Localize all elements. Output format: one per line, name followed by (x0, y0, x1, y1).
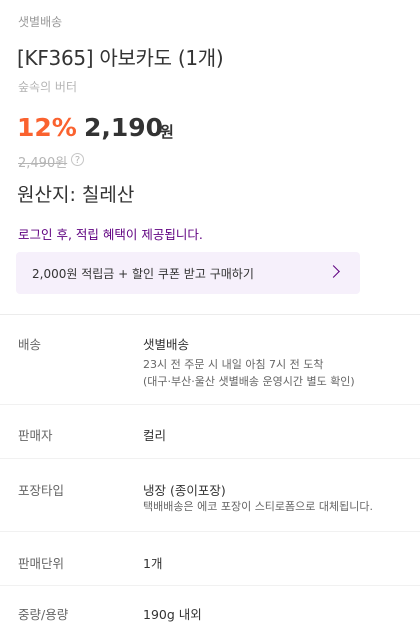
original-price: 2,490원 (18, 156, 68, 171)
detail-desc: 택배배송은 에코 포장이 스티로폼으로 대체됩니다. (143, 500, 374, 513)
login-benefit-notice: 로그인 후, 적립 혜택이 제공됩니다. (18, 227, 203, 242)
row-divider (0, 458, 420, 459)
detail-value: 1개 (143, 556, 163, 571)
row-divider (0, 404, 420, 405)
coupon-button-label: 2,000원 적립금 + 할인 쿠폰 받고 구매하기 (32, 267, 254, 281)
detail-label: 포장타입 (18, 483, 65, 498)
detail-value: 190g 내외 (143, 607, 202, 622)
coupon-download-button[interactable]: 2,000원 적립금 + 할인 쿠폰 받고 구매하기 (16, 252, 360, 294)
detail-value: 컬리 (143, 428, 167, 443)
currency-unit: 원 (160, 123, 174, 141)
info-icon[interactable]: ? (71, 153, 84, 166)
detail-label: 중량/용량 (18, 607, 69, 622)
row-divider (0, 531, 420, 532)
detail-value: 샛별배송 (143, 337, 190, 352)
detail-desc: 23시 전 주문 시 내일 아침 7시 전 도착 (143, 358, 324, 371)
product-subtitle: 숲속의 버터 (18, 80, 78, 94)
origin-label: 원산지: 칠레산 (17, 184, 135, 206)
detail-value: 냉장 (종이포장) (143, 483, 226, 498)
section-divider (0, 314, 420, 315)
delivery-type-label: 샛별배송 (18, 15, 63, 29)
detail-label: 판매단위 (18, 556, 65, 571)
detail-label: 판매자 (18, 428, 53, 443)
product-title: [KF365] 아보카도 (1개) (17, 46, 224, 70)
chevron-right-icon (327, 265, 340, 278)
detail-label: 배송 (18, 337, 42, 352)
sale-price: 2,190 (84, 113, 164, 142)
detail-desc: (대구·부산·울산 샛별배송 운영시간 별도 확인) (143, 375, 355, 388)
discount-rate: 12% (17, 113, 77, 142)
row-divider (0, 585, 420, 586)
